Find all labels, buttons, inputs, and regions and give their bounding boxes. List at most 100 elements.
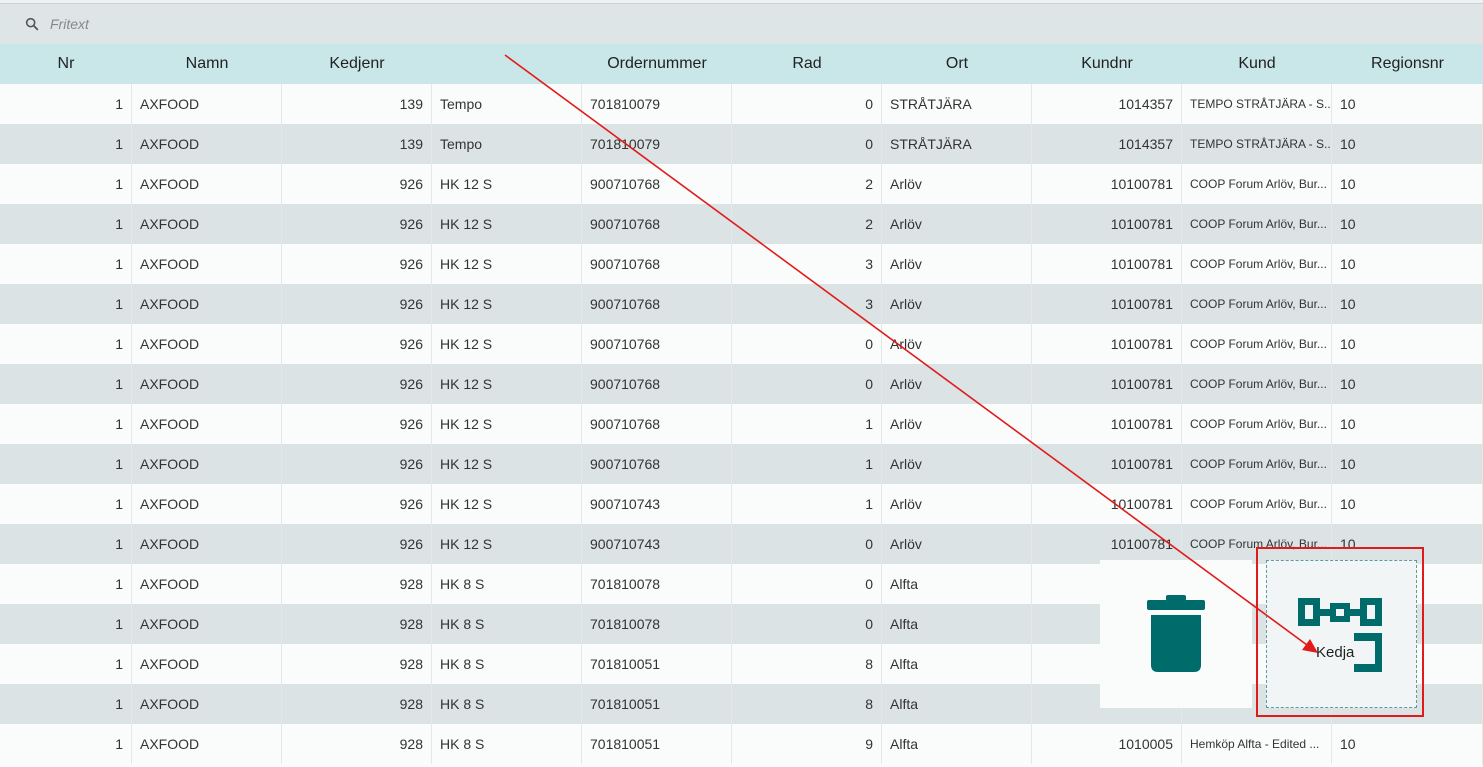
cell-rad: 3 [732,244,882,284]
cell-kedja-namn: Tempo [432,124,582,164]
cell-ort: Arlöv [882,324,1032,364]
column-header-kedjenr[interactable]: Kedjenr [282,44,432,84]
column-header-kundnr[interactable]: Kundnr [1032,44,1182,84]
cell-kundnr: 10100781 [1032,484,1182,524]
cell-kedjenr: 928 [282,724,432,764]
cell-nr: 1 [0,444,132,484]
column-header-regionsnr[interactable]: Regionsnr [1332,44,1483,84]
cell-kedjenr: 926 [282,364,432,404]
cell-rad: 8 [732,644,882,684]
table-row[interactable]: 1 AXFOOD 926 HK 12 S 900710768 3 Arlöv 10100781… [0,244,1483,284]
cell-kundnr: 10100781 [1032,404,1182,444]
cell-regionsnr: 10 [1332,444,1483,484]
cell-nr: 1 [0,164,132,204]
cell-namn: AXFOOD [132,444,282,484]
cell-kedjenr: 926 [282,164,432,204]
cell-kedjenr: 928 [282,644,432,684]
table-row[interactable]: 1 AXFOOD 139 Tempo 701810079 0 STRÅTJÄRA 101435… [0,124,1483,164]
cell-ort: Alfta [882,724,1032,764]
column-header-ordernummer[interactable]: Ordernummer [582,44,732,84]
column-header-ort[interactable]: Ort [882,44,1032,84]
cell-rad: 0 [732,604,882,644]
cell-ort: Arlöv [882,204,1032,244]
cell-nr: 1 [0,404,132,444]
delete-drop-target[interactable] [1100,560,1252,708]
cell-ort: Arlöv [882,524,1032,564]
cell-namn: AXFOOD [132,124,282,164]
cell-nr: 1 [0,484,132,524]
cell-kedja-namn: HK 12 S [432,404,582,444]
cell-kedja-namn: HK 8 S [432,724,582,764]
cell-rad: 0 [732,524,882,564]
cell-nr: 1 [0,284,132,324]
table-row[interactable]: 1 AXFOOD 926 HK 12 S 900710768 1 Arlöv 10100781… [0,444,1483,484]
cell-rad: 3 [732,284,882,324]
cell-kedja-namn: HK 12 S [432,484,582,524]
cell-nr: 1 [0,564,132,604]
cell-ort: Arlöv [882,284,1032,324]
cell-kund: COOP Forum Arlöv, Bur... [1182,364,1332,404]
cell-ort: Arlöv [882,364,1032,404]
cell-kund: COOP Forum Arlöv, Bur... [1182,444,1332,484]
cell-kedjenr: 139 [282,124,432,164]
table-row[interactable]: 1 AXFOOD 926 HK 12 S 900710768 2 Arlöv 10100781… [0,204,1483,244]
cell-kedjenr: 926 [282,444,432,484]
table-row[interactable]: 1 AXFOOD 139 Tempo 701810079 0 STRÅTJÄRA 101435… [0,84,1483,124]
search-input[interactable] [50,16,450,32]
cell-kedja-namn: HK 12 S [432,204,582,244]
cell-kedjenr: 139 [282,84,432,124]
cell-kedja-namn: HK 8 S [432,564,582,604]
table-row[interactable]: 1 AXFOOD 926 HK 12 S 900710768 0 Arlöv 10100781… [0,364,1483,404]
cell-kundnr: 10100781 [1032,204,1182,244]
cell-ort: Arlöv [882,244,1032,284]
cell-kund: COOP Forum Arlöv, Bur... [1182,404,1332,444]
cell-kedja-namn: HK 12 S [432,444,582,484]
cell-ort: Alfta [882,644,1032,684]
cell-ordernummer: 900710768 [582,284,732,324]
cell-kund: COOP Forum Arlöv, Bur... [1182,484,1332,524]
table-row[interactable]: 1 AXFOOD 926 HK 12 S 900710768 0 Arlöv 10100781… [0,324,1483,364]
table-row[interactable]: 1 AXFOOD 926 HK 12 S 900710768 2 Arlöv 10100781… [0,164,1483,204]
table-row[interactable]: 1 AXFOOD 926 HK 12 S 900710768 1 Arlöv 10100781… [0,404,1483,444]
cell-ordernummer: 701810051 [582,684,732,724]
cell-namn: AXFOOD [132,644,282,684]
trash-icon [1147,595,1205,672]
cell-namn: AXFOOD [132,324,282,364]
cell-kund: TEMPO STRÅTJÄRA - S... [1182,84,1332,124]
search-bar [0,4,1483,44]
cell-regionsnr: 10 [1332,84,1483,124]
cell-nr: 1 [0,124,132,164]
cell-ordernummer: 900710743 [582,484,732,524]
cell-kund: COOP Forum Arlöv, Bur... [1182,244,1332,284]
cell-kedja-namn: HK 8 S [432,644,582,684]
cell-kedjenr: 926 [282,524,432,564]
cell-kedja-namn: HK 12 S [432,164,582,204]
cell-ordernummer: 701810051 [582,644,732,684]
column-header-kund[interactable]: Kund [1182,44,1332,84]
cell-kedjenr: 926 [282,404,432,444]
cell-rad: 0 [732,84,882,124]
cell-nr: 1 [0,644,132,684]
cell-namn: AXFOOD [132,84,282,124]
cell-kedjenr: 926 [282,484,432,524]
table-row[interactable]: 1 AXFOOD 926 HK 12 S 900710768 3 Arlöv 10100781… [0,284,1483,324]
cell-namn: AXFOOD [132,284,282,324]
cell-kundnr: 10100781 [1032,364,1182,404]
cell-nr: 1 [0,524,132,564]
cell-regionsnr: 10 [1332,244,1483,284]
column-header-nr[interactable]: Nr [0,44,132,84]
cell-ort: STRÅTJÄRA [882,124,1032,164]
cell-ordernummer: 701810079 [582,124,732,164]
column-header-namn[interactable]: Namn [132,44,282,84]
cell-rad: 0 [732,124,882,164]
cell-nr: 1 [0,364,132,404]
cell-rad: 0 [732,564,882,604]
table-row[interactable]: 1 AXFOOD 928 HK 8 S 701810051 9 Alfta 1010005 He… [0,724,1483,764]
cell-namn: AXFOOD [132,684,282,724]
column-header-kedja-namn[interactable] [432,44,582,84]
table-row[interactable]: 1 AXFOOD 926 HK 12 S 900710743 1 Arlöv 10100781… [0,484,1483,524]
cell-kundnr: 10100781 [1032,444,1182,484]
column-header-rad[interactable]: Rad [732,44,882,84]
cell-regionsnr: 10 [1332,164,1483,204]
grid-header: Nr Namn Kedjenr Ordernummer Rad Ort Kundnr Kund… [0,44,1483,84]
